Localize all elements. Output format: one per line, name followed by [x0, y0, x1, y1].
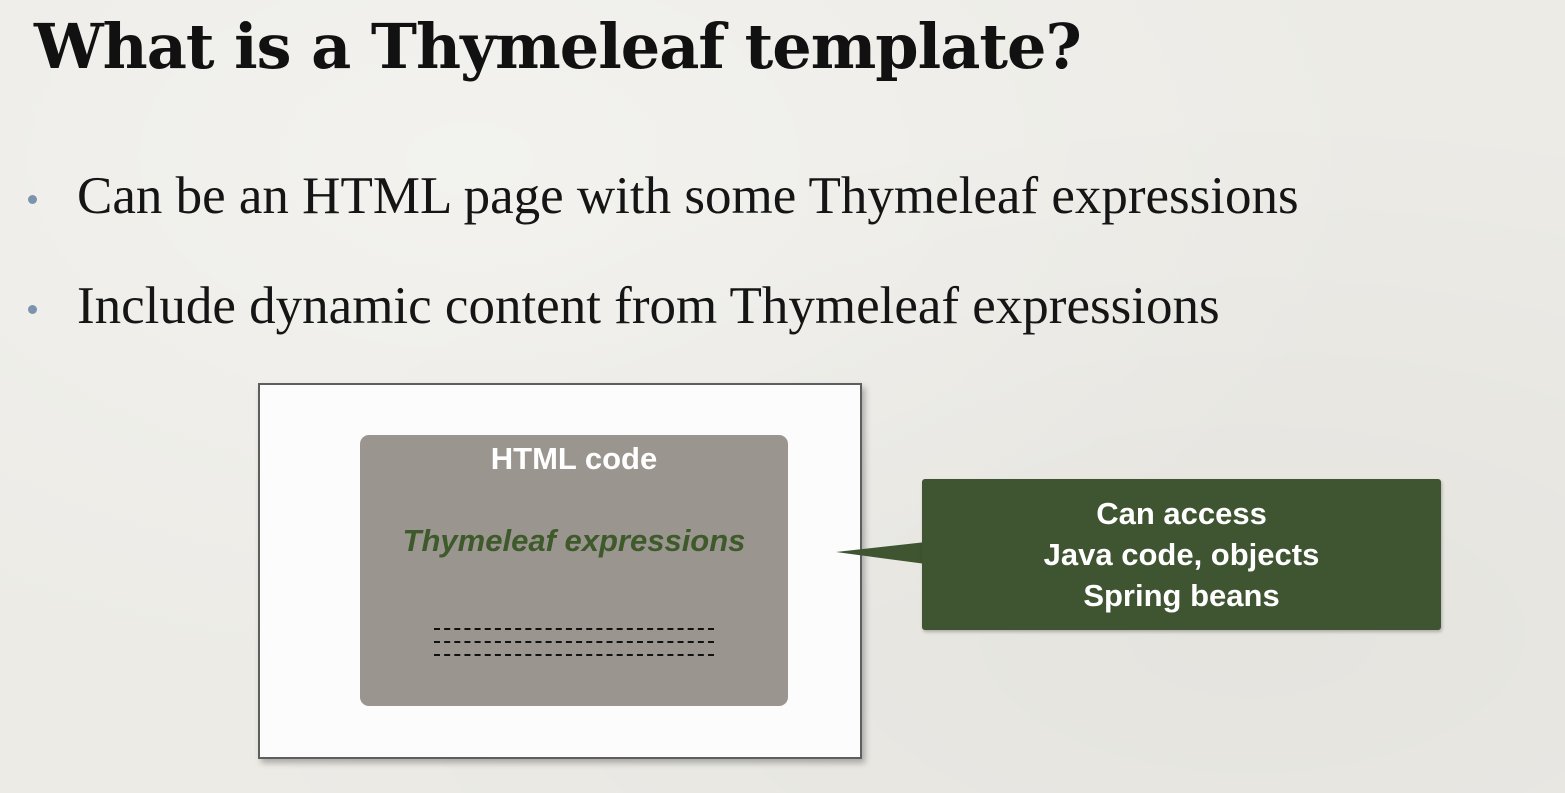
bullet-item: Can be an HTML page with some Thymeleaf …	[28, 160, 1299, 232]
thymeleaf-expressions-label: Thymeleaf expressions	[402, 523, 746, 558]
dashed-line	[434, 641, 714, 643]
bullet-dot-icon	[28, 304, 37, 314]
bullet-list: Can be an HTML page with some Thymeleaf …	[28, 160, 1299, 380]
template-page-frame: HTML code Thymeleaf expressions	[258, 383, 862, 759]
code-placeholder-lines	[434, 628, 714, 667]
bullet-text: Can be an HTML page with some Thymeleaf …	[77, 167, 1299, 225]
callout-line: Can access	[1096, 496, 1267, 531]
callout-pointer-icon	[836, 542, 926, 564]
bullet-text: Include dynamic content from Thymeleaf e…	[77, 277, 1220, 335]
callout-line: Java code, objects	[1043, 537, 1320, 572]
bullet-dot-icon	[28, 194, 37, 204]
callout-line: Spring beans	[1083, 578, 1280, 613]
html-code-heading: HTML code	[490, 441, 658, 476]
callout-box: Can access Java code, objects Spring bea…	[922, 479, 1441, 630]
dashed-line	[434, 654, 714, 656]
html-code-box: HTML code Thymeleaf expressions	[360, 435, 788, 706]
bullet-item: Include dynamic content from Thymeleaf e…	[28, 270, 1299, 342]
dashed-line	[434, 628, 714, 630]
slide-title: What is a Thymeleaf template?	[34, 10, 1082, 83]
